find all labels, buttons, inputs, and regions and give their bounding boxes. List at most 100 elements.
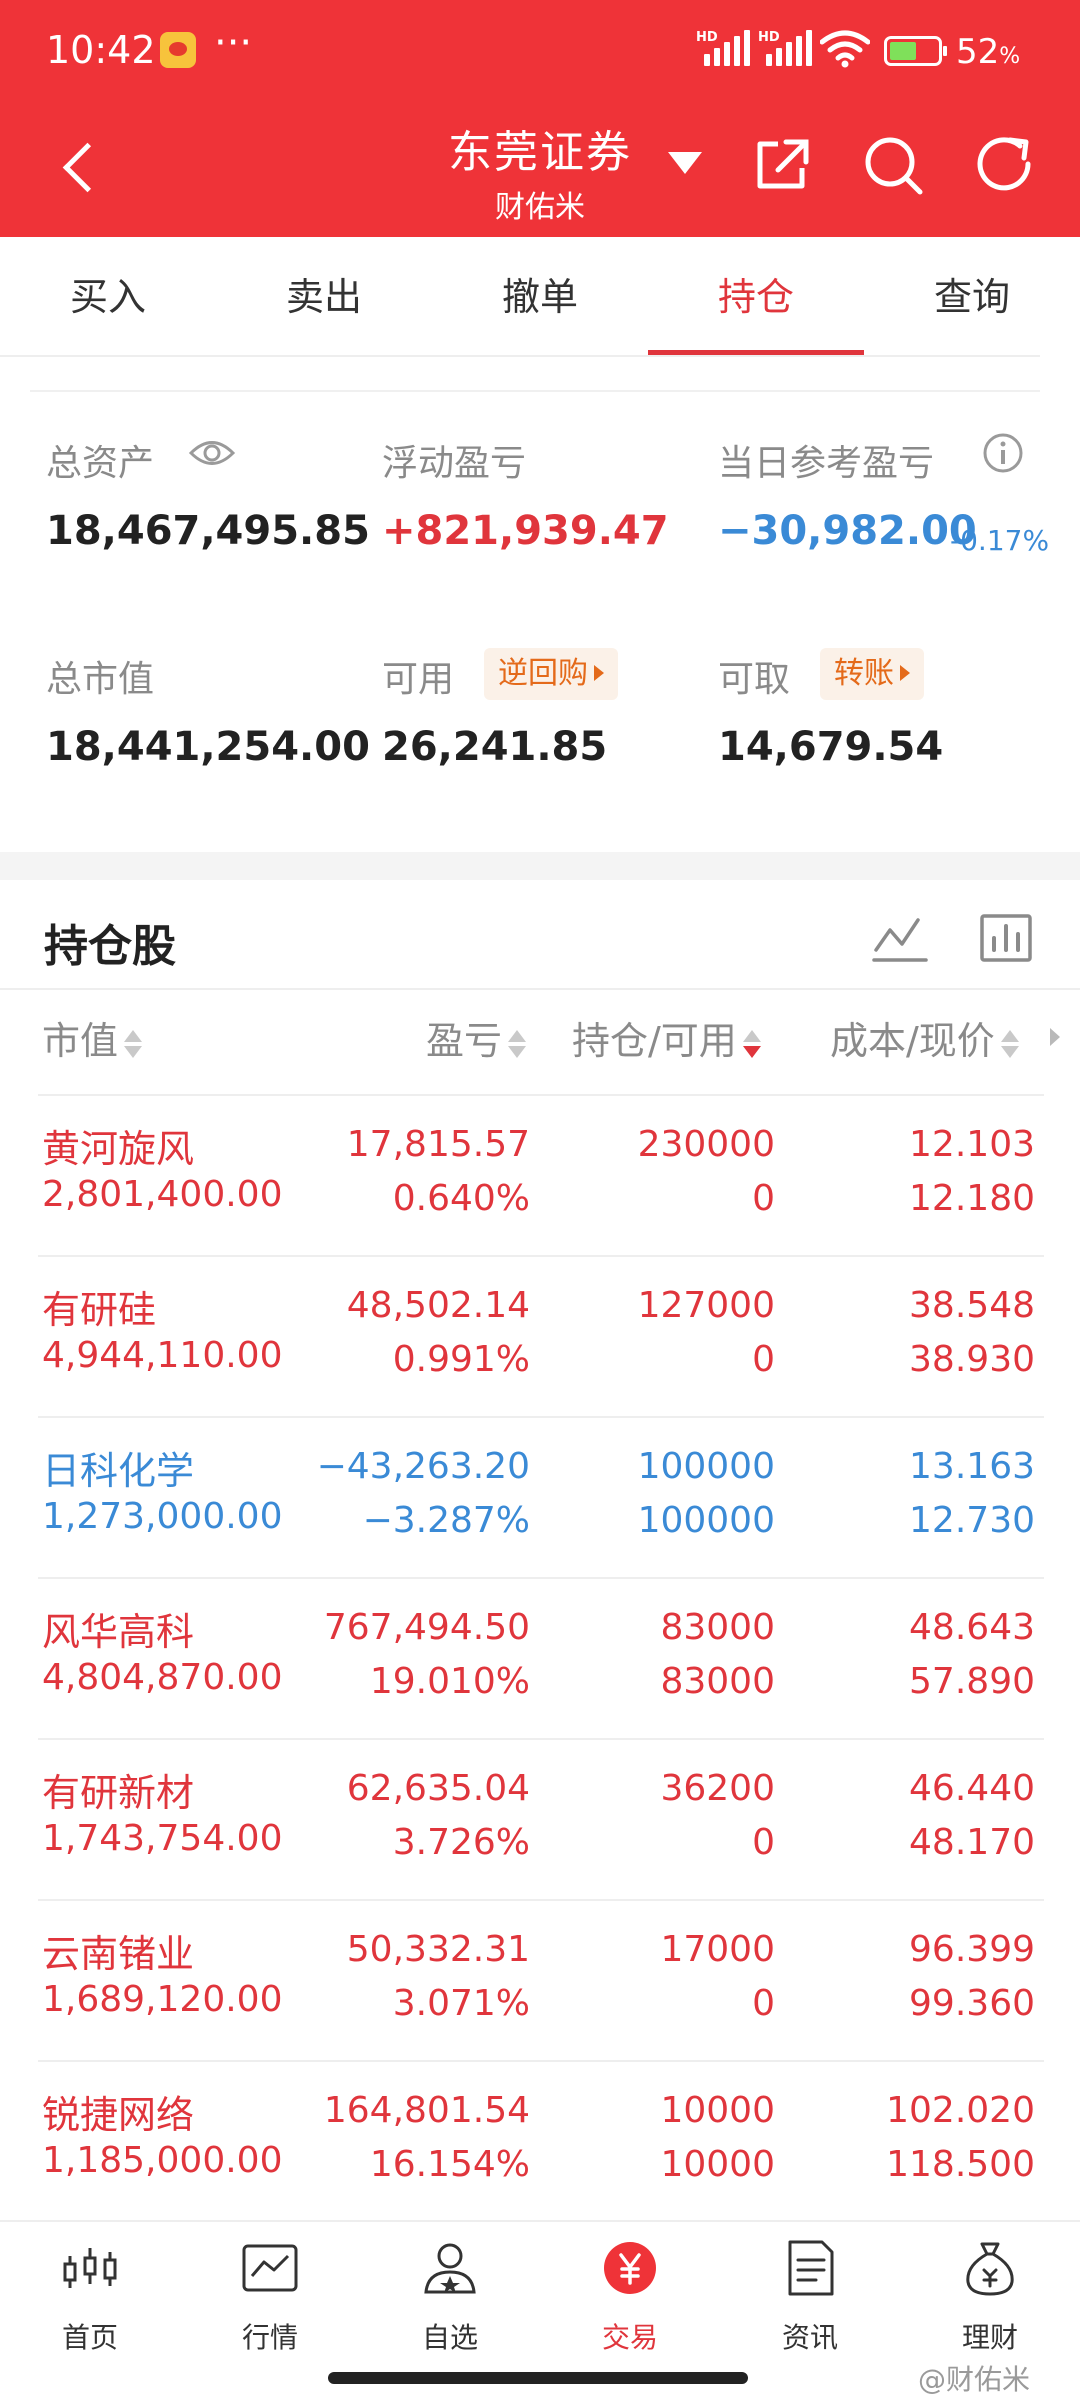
battery-percent: 52%: [956, 32, 1021, 72]
cost-price: 38.548: [909, 1285, 1035, 1326]
weibo-notification-icon: [160, 32, 196, 68]
profit-loss: 17,815.57: [346, 1124, 530, 1165]
market-value: 1,273,000.00: [42, 1496, 283, 1537]
refresh-icon[interactable]: [970, 130, 1040, 200]
market-value-label: 总市值: [46, 659, 155, 700]
status-bar: 10:42 ··· HD HD 52%: [0, 0, 1080, 100]
top-bar: 10:42 ··· HD HD 52% 东莞证券 财佑米: [0, 0, 1080, 237]
col-position[interactable]: 持仓/可用: [572, 1010, 761, 1065]
profit-loss: 767,494.50: [323, 1607, 530, 1648]
available-qty: 0: [752, 1983, 775, 2024]
profit-loss-percent: −3.287%: [362, 1500, 530, 1541]
floating-pl-value: +821,939.47: [382, 508, 669, 554]
broker-title: 东莞证券: [448, 127, 632, 178]
nav-home[interactable]: 首页: [0, 2238, 180, 2368]
account-switcher[interactable]: 东莞证券 财佑米: [410, 116, 670, 226]
more-notifications-icon: ···: [214, 20, 253, 66]
dropdown-arrow-icon[interactable]: [668, 152, 702, 174]
nav-watchlist[interactable]: 自选: [360, 2238, 540, 2368]
market-value: 2,801,400.00: [42, 1174, 283, 1215]
chart-icon: [242, 2244, 298, 2292]
profit-loss-percent: 3.071%: [392, 1983, 530, 2024]
table-row[interactable]: 有研新材 1,743,754.00 62,635.04 3.726% 36200…: [0, 1740, 1080, 1901]
total-assets-value: 18,467,495.85: [46, 508, 370, 554]
nav-trade[interactable]: 交易: [540, 2238, 720, 2368]
reverse-repo-button[interactable]: 逆回购: [484, 648, 618, 700]
table-row[interactable]: 锐捷网络 1,185,000.00 164,801.54 16.154% 100…: [0, 2062, 1080, 2223]
tab-sell[interactable]: 卖出: [216, 237, 432, 357]
table-row[interactable]: 有研硅 4,944,110.00 48,502.14 0.991% 127000…: [0, 1257, 1080, 1418]
table-row[interactable]: 风华高科 4,804,870.00 767,494.50 19.010% 830…: [0, 1579, 1080, 1740]
holdings-divider: [0, 988, 1080, 990]
daily-pl-value: −30,982.00: [718, 508, 977, 554]
stock-name: 云南锗业: [42, 1932, 195, 1976]
transfer-button[interactable]: 转账: [820, 648, 924, 700]
market-value: 4,944,110.00: [42, 1335, 283, 1376]
eye-icon[interactable]: [188, 436, 236, 470]
profit-loss-percent: 0.991%: [392, 1339, 530, 1380]
search-icon[interactable]: [858, 130, 928, 200]
app-header: 东莞证券 财佑米: [0, 100, 1080, 237]
cost-price: 96.399: [909, 1929, 1035, 1970]
nav-wealth[interactable]: 理财: [900, 2238, 1080, 2368]
profit-loss-percent: 3.726%: [392, 1822, 530, 1863]
share-icon[interactable]: [748, 130, 818, 200]
available-qty: 83000: [660, 1661, 775, 1702]
back-button[interactable]: [54, 128, 114, 208]
cost-price: 48.643: [909, 1607, 1035, 1648]
tab-positions[interactable]: 持仓: [648, 237, 864, 357]
available-qty: 0: [752, 1822, 775, 1863]
nav-wealth-label: 理财: [961, 2321, 1018, 2354]
nav-market-label: 行情: [241, 2321, 298, 2354]
bar-chart-icon[interactable]: [976, 908, 1036, 968]
position-qty: 17000: [660, 1929, 775, 1970]
current-price: 118.500: [886, 2144, 1035, 2185]
sort-icon: [124, 1028, 143, 1060]
trade-tabs: 买入 卖出 撤单 持仓 查询: [0, 237, 1080, 357]
summary-top-divider: [30, 390, 1040, 392]
tab-buy[interactable]: 买入: [0, 237, 216, 357]
current-price: 57.890: [909, 1661, 1035, 1702]
profit-loss: 50,332.31: [346, 1929, 530, 1970]
current-price: 12.180: [909, 1178, 1035, 1219]
line-chart-icon[interactable]: [870, 908, 930, 968]
stock-name: 有研硅: [42, 1288, 157, 1332]
col-cost-price[interactable]: 成本/现价: [830, 1010, 1019, 1065]
nav-watchlist-label: 自选: [421, 2321, 478, 2354]
stock-name: 风华高科: [42, 1610, 195, 1654]
stock-name: 有研新材: [42, 1771, 195, 1815]
nav-market[interactable]: 行情: [180, 2238, 360, 2368]
market-value: 1,185,000.00: [42, 2140, 283, 2181]
home-indicator[interactable]: [328, 2372, 748, 2384]
available-qty: 0: [752, 1339, 775, 1380]
candlestick-icon: [63, 2248, 117, 2288]
sort-desc-icon: [742, 1028, 761, 1060]
withdrawable-value: 14,679.54: [718, 724, 944, 770]
cost-price: 46.440: [909, 1768, 1035, 1809]
nav-news-label: 资讯: [781, 2321, 838, 2354]
table-row[interactable]: 云南锗业 1,689,120.00 50,332.31 3.071% 17000…: [0, 1901, 1080, 2062]
floating-pl-label: 浮动盈亏: [382, 443, 527, 484]
nav-news[interactable]: 资讯: [720, 2238, 900, 2368]
col-pl[interactable]: 盈亏: [426, 1010, 527, 1065]
available-value: 26,241.85: [382, 724, 608, 770]
market-value: 1,689,120.00: [42, 1979, 283, 2020]
user-star-icon: [424, 2243, 476, 2294]
table-row[interactable]: 日科化学 1,273,000.00 −43,263.20 −3.287% 100…: [0, 1418, 1080, 1579]
sort-icon: [508, 1028, 527, 1060]
more-columns-icon[interactable]: [1050, 1028, 1060, 1046]
section-gap: [0, 852, 1080, 880]
daily-pl-percent: -0.17%: [950, 524, 1050, 557]
stock-name: 黄河旋风: [42, 1127, 195, 1171]
holdings-title: 持仓股: [44, 921, 176, 972]
info-icon[interactable]: [982, 432, 1024, 474]
tab-cancel[interactable]: 撤单: [432, 237, 648, 357]
daily-pl-label: 当日参考盈亏: [718, 443, 935, 484]
current-price: 99.360: [909, 1983, 1035, 2024]
position-qty: 100000: [637, 1446, 775, 1487]
profit-loss: 62,635.04: [346, 1768, 530, 1809]
profit-loss-percent: 0.640%: [392, 1178, 530, 1219]
table-row[interactable]: 黄河旋风 2,801,400.00 17,815.57 0.640% 23000…: [0, 1096, 1080, 1257]
tab-query[interactable]: 查询: [864, 237, 1080, 357]
col-market-value[interactable]: 市值: [42, 1010, 143, 1065]
